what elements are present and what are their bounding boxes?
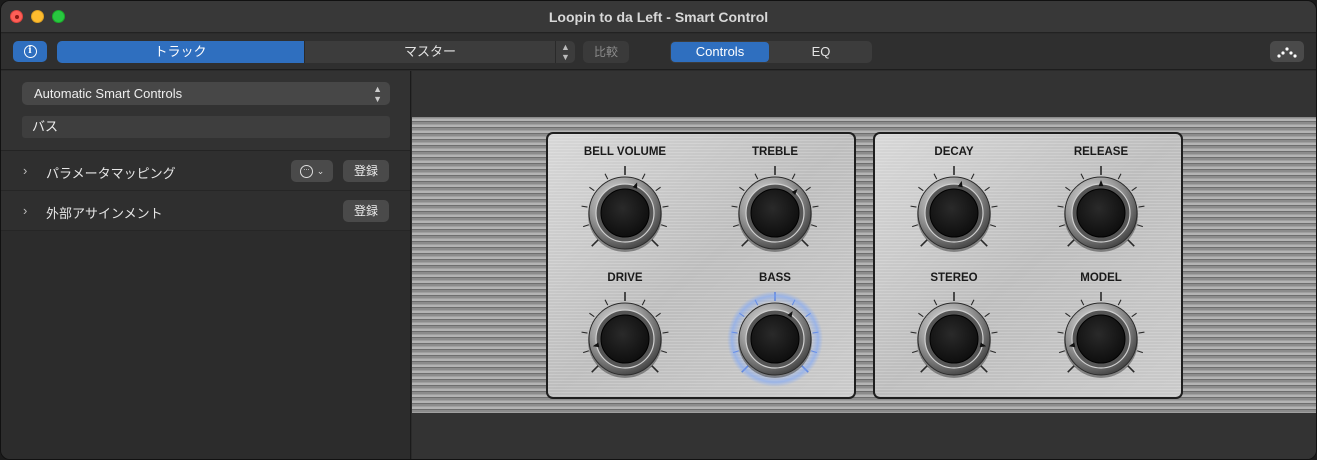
title-bar: Loopin to da Left - Smart Control bbox=[1, 1, 1316, 33]
smart-control-panel: BELL VOLUME TREBLE DECAY RELEASE DRIVE BASS ST… bbox=[412, 71, 1316, 459]
compare-button[interactable]: 比較 bbox=[583, 41, 629, 63]
inspector-header: Automatic Smart Controls ▲ ▼ バス bbox=[1, 71, 410, 151]
knob-label: STEREO bbox=[930, 272, 977, 284]
control-plate bbox=[873, 132, 1183, 399]
view-selector: Controls EQ bbox=[670, 41, 872, 63]
knob-label: DECAY bbox=[934, 146, 974, 158]
inspector-toggle-button[interactable]: i bbox=[13, 41, 47, 62]
popup-chevron-icon: ▲ ▼ bbox=[373, 84, 382, 104]
disclosure-chevron-icon[interactable]: › bbox=[23, 203, 27, 218]
master-segment[interactable]: マスター bbox=[304, 41, 555, 63]
track-segment[interactable]: トラック bbox=[57, 41, 304, 63]
eq-view-button[interactable]: EQ bbox=[770, 41, 872, 63]
knob-label: RELEASE bbox=[1074, 146, 1129, 158]
external-assignment-section[interactable]: › 外部アサインメント 登録 bbox=[1, 191, 410, 231]
knob-panel-graphic: BELL VOLUME TREBLE DECAY RELEASE DRIVE BASS ST… bbox=[412, 71, 1316, 459]
section-label: 外部アサインメント bbox=[46, 206, 163, 221]
toolbar: i トラック マスター ▲ ▼ 比較 Controls EQ bbox=[1, 34, 1316, 70]
knob-label: BELL VOLUME bbox=[584, 146, 667, 158]
controls-view-button[interactable]: Controls bbox=[671, 42, 769, 62]
knob-label: MODEL bbox=[1080, 272, 1122, 284]
knob-label: DRIVE bbox=[607, 272, 642, 284]
smart-control-inspector: Automatic Smart Controls ▲ ▼ バス › パラメータマッ… bbox=[1, 71, 411, 459]
stepper-icon[interactable]: ▲ ▼ bbox=[555, 41, 575, 63]
chevron-down-icon: ⌄ bbox=[316, 165, 325, 176]
info-icon: i bbox=[23, 45, 37, 58]
learn-button[interactable]: 登録 bbox=[343, 200, 389, 222]
knob-label: TREBLE bbox=[752, 146, 798, 158]
layout-name-field[interactable]: バス bbox=[22, 116, 390, 138]
section-label: パラメータマッピング bbox=[46, 166, 176, 181]
window-title: Loopin to da Left - Smart Control bbox=[548, 9, 769, 25]
track-master-selector: トラック マスター ▲ ▼ bbox=[57, 41, 575, 63]
parameter-mapping-section[interactable]: › パラメータマッピング ··· ⌄ 登録 bbox=[1, 151, 410, 191]
ellipsis-circle-icon: ··· bbox=[299, 164, 313, 178]
layout-popup-label: Automatic Smart Controls bbox=[34, 86, 183, 101]
learn-button[interactable]: 登録 bbox=[343, 160, 389, 182]
smart-control-window: Loopin to da Left - Smart Control i トラック… bbox=[0, 0, 1317, 460]
disclosure-chevron-icon[interactable]: › bbox=[23, 163, 27, 178]
automation-curve-button[interactable] bbox=[1270, 41, 1304, 62]
layout-popup[interactable]: Automatic Smart Controls ▲ ▼ bbox=[22, 82, 390, 105]
curve-icon bbox=[1277, 46, 1297, 58]
knob-label: BASS bbox=[759, 272, 791, 284]
more-options-button[interactable]: ··· ⌄ bbox=[291, 160, 333, 182]
